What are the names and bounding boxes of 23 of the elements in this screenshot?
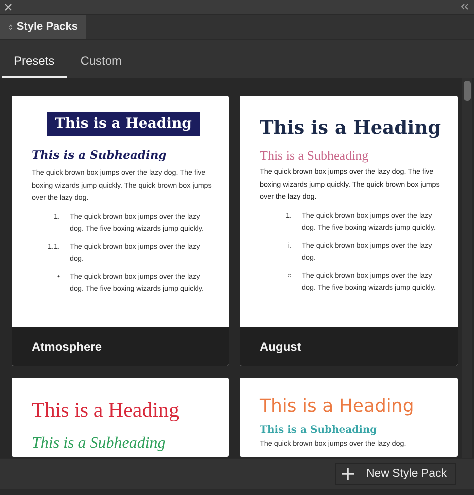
scrollbar-thumb[interactable]: [464, 81, 470, 101]
style-pack-name: Atmosphere: [32, 340, 102, 354]
sample-subheading: This is a Subheading: [32, 148, 168, 162]
sample-heading: This is a Heading: [260, 396, 416, 417]
panel-tab[interactable]: Style Packs: [0, 15, 86, 39]
sample-subheading: This is a Subheading: [260, 148, 370, 164]
sample-heading: This is a Heading: [47, 112, 200, 136]
panel-title: Style Packs: [16, 21, 78, 33]
collapse-icon[interactable]: [461, 4, 469, 10]
new-style-pack-button[interactable]: New Style Pack: [335, 463, 456, 485]
sample-heading: This is a Heading: [260, 118, 442, 139]
style-pack-card[interactable]: [12, 96, 229, 366]
style-pack-card[interactable]: This is a Heading This is a Subheading: [12, 378, 229, 457]
updown-icon: [9, 22, 13, 32]
sample-heading: This is a Heading: [32, 398, 181, 423]
style-pack-card[interactable]: [240, 96, 458, 366]
style-pack-name: August: [260, 340, 302, 354]
scrollbar[interactable]: [462, 78, 472, 458]
sample-subheading: This is a Subheading: [32, 435, 167, 453]
plus-icon: [342, 468, 354, 480]
close-icon[interactable]: [5, 4, 12, 10]
sample-subheading: This is a Subheading: [260, 425, 378, 436]
tab[interactable]: Custom: [68, 40, 134, 78]
